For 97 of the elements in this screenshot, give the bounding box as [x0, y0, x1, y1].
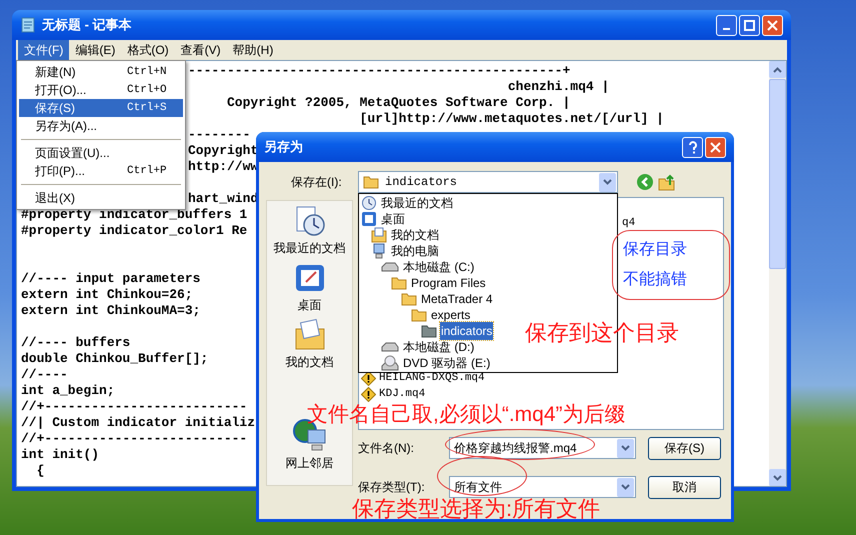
scroll-down-button[interactable] — [769, 469, 786, 486]
cd-drive-icon — [381, 355, 399, 371]
location-item[interactable]: 我的电脑 — [371, 242, 440, 260]
close-icon — [710, 142, 721, 152]
warning-file-icon — [361, 386, 376, 402]
vertical-scrollbar[interactable] — [769, 61, 786, 486]
desktop-icon — [294, 262, 326, 294]
code-line: double Chinkou_Buffer[]; — [21, 351, 208, 367]
maximize-icon — [744, 20, 755, 30]
back-icon[interactable] — [636, 173, 654, 191]
file-item[interactable]: HEILANG-DXQS.mq4 — [361, 370, 485, 386]
menu-item[interactable]: 文件(F) — [18, 40, 70, 60]
code-line: hart_wind — [188, 191, 258, 207]
code-line: Copyright ?2005, MetaQuotes Software Corp. | — [226, 95, 570, 111]
window-title: 无标题 - 记事本 — [42, 16, 132, 34]
folder-icon — [421, 324, 437, 338]
save-in-label: 保存在(I): — [291, 174, 343, 191]
menu-item[interactable]: 格式(O) — [121, 40, 175, 60]
dialog-title: 另存为 — [264, 138, 303, 156]
cancel-button[interactable]: 取消 — [648, 476, 721, 498]
close-button[interactable] — [762, 14, 783, 36]
places-item[interactable]: 我的文档 — [286, 319, 334, 376]
clock-icon — [361, 195, 377, 211]
documents-folder-icon — [371, 227, 387, 243]
close-button[interactable] — [705, 136, 726, 158]
menu-item[interactable]: 保存(S) Ctrl+S — [19, 99, 183, 117]
file-item[interactable]: KDJ.mq4 — [361, 386, 426, 402]
menu-item[interactable]: 查看(V) — [174, 40, 227, 60]
location-item[interactable]: 本地磁盘 (D:) — [381, 338, 476, 356]
code-line: //+-------------------------- — [21, 399, 248, 415]
scroll-up-button[interactable] — [769, 61, 786, 78]
code-line: { — [36, 463, 44, 479]
code-line: extern int ChinkouMA=3; — [21, 303, 200, 319]
code-line: chenzhi.mq4 | — [506, 79, 610, 95]
file-type-label: 保存类型(T): — [358, 479, 426, 496]
code-line: #property indicator_color1 Re — [21, 223, 248, 239]
menu-item[interactable]: 编辑(E) — [69, 40, 122, 60]
code-line: //---- input parameters — [21, 271, 200, 287]
location-item[interactable]: MetaTrader 4 — [401, 290, 494, 308]
file-name-combo[interactable]: 价格穿越均线报警.mq4 — [449, 437, 636, 459]
location-item[interactable]: 桌面 — [361, 210, 406, 228]
help-button[interactable] — [682, 136, 703, 158]
save-button[interactable]: 保存(S) — [648, 436, 721, 460]
code-line: //---- buffers — [21, 335, 130, 351]
minimize-button[interactable] — [716, 14, 737, 36]
computer-icon — [371, 243, 387, 259]
up-folder-icon[interactable] — [658, 173, 676, 191]
code-line: #property indicator_buffers 1 — [21, 207, 248, 223]
places-item[interactable]: 桌面 — [294, 262, 326, 319]
desktop-icon — [361, 211, 377, 227]
code-line: http://ww — [188, 159, 258, 175]
code-line: //+-------------------------- — [21, 431, 248, 447]
code-line: ------------------------------------------------+ — [188, 63, 570, 79]
location-item[interactable]: DVD 驱动器 (E:) — [381, 354, 492, 372]
file-name-label: 文件名(N): — [358, 440, 415, 457]
drive-icon — [381, 341, 399, 353]
close-icon — [767, 20, 778, 30]
menu-item[interactable]: 打开(O)... Ctrl+O — [19, 81, 183, 99]
file-type-combo[interactable]: 所有文件 — [449, 476, 636, 498]
menu-item[interactable]: 页面设置(U)... — [19, 144, 183, 162]
help-icon — [688, 140, 698, 154]
code-line: [url]http://www.metaquotes.net/[/url] | — [358, 111, 664, 127]
folder-icon — [363, 175, 379, 189]
places-item[interactable]: 我最近的文档 — [274, 205, 346, 262]
annotation-note: 文件名自己取,必须以“.mq4”为后缀 — [307, 402, 626, 428]
save-in-combo[interactable]: indicators — [358, 171, 618, 193]
code-line: //---- — [21, 367, 68, 383]
menu-item[interactable]: 打印(P)... Ctrl+P — [19, 162, 183, 180]
code-line: extern int Chinkou=26; — [21, 287, 193, 303]
menu-item[interactable]: 新建(N) Ctrl+N — [19, 63, 183, 81]
menu-item[interactable]: 退出(X) — [19, 189, 183, 207]
maximize-button[interactable] — [739, 14, 760, 36]
code-line: int a_begin; — [21, 383, 115, 399]
location-item[interactable]: 我的文档 — [371, 226, 440, 244]
documents-folder-icon — [294, 319, 326, 351]
code-line: int init() — [21, 447, 100, 463]
combo-value: indicators — [385, 174, 458, 191]
annotation-note: 不能搞错 — [623, 270, 688, 290]
scroll-thumb[interactable] — [769, 79, 786, 269]
folder-icon — [401, 292, 417, 306]
location-item[interactable]: 我最近的文档 — [361, 194, 454, 212]
menu-item[interactable]: 另存为(A)... — [19, 117, 183, 135]
drive-icon — [381, 261, 399, 273]
annotation-note: 保存目录 — [623, 240, 688, 260]
notepad-icon — [20, 17, 36, 33]
code-line: -------- — [188, 127, 250, 143]
code-line: //| Custom indicator initializ — [21, 415, 256, 431]
folder-icon — [391, 276, 407, 290]
code-line: Copyright — [188, 143, 258, 159]
annotation-note: 保存类型选择为:所有文件 — [352, 495, 600, 523]
clock-document-icon — [294, 205, 326, 237]
location-item[interactable]: experts — [411, 306, 472, 324]
menu-item[interactable]: 帮助(H) — [226, 40, 280, 60]
minimize-icon — [723, 28, 730, 30]
folder-icon — [411, 308, 427, 322]
location-item[interactable]: Program Files — [391, 274, 487, 292]
location-item[interactable]: 本地磁盘 (C:) — [381, 258, 476, 276]
